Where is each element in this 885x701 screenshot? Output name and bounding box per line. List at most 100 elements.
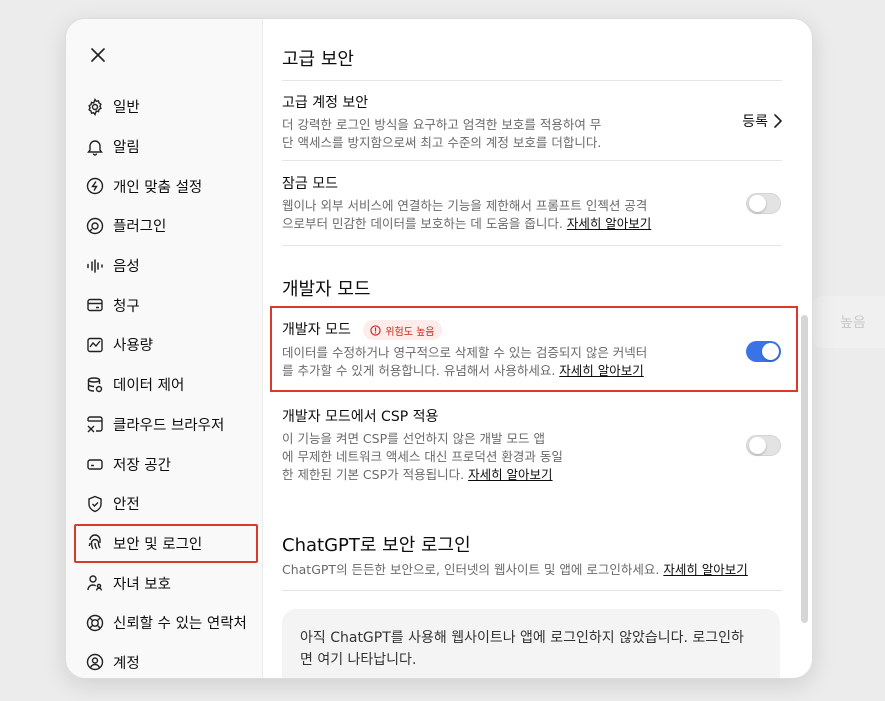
sidebar-item-label: 신뢰할 수 있는 연락처 xyxy=(113,616,247,633)
csp-row: 개발자 모드에서 CSP 적용 이 기능을 켜면 CSP를 선언하지 않은 개발… xyxy=(282,406,782,484)
sidebar-item-label: 안전 xyxy=(113,497,140,514)
desc-line: 를 추가할 수 있게 허용합니다. 유념해서 사용하세요. xyxy=(282,363,556,378)
sidebar-item-billing[interactable]: 청구 xyxy=(74,285,258,325)
developer-mode-title: 개발자 모드 xyxy=(282,322,351,338)
developer-mode-title-wrap: 개발자 모드 위험도 높음 xyxy=(282,319,782,340)
settings-content: 고급 보안 고급 계정 보안 더 강력한 로그인 방식을 요구하고 엄격한 보호… xyxy=(270,19,798,678)
sidebar-item-general[interactable]: 일반 xyxy=(74,87,258,127)
card-icon xyxy=(85,295,105,315)
lock-mode-title: 잠금 모드 xyxy=(282,176,338,192)
gear-icon xyxy=(85,97,105,117)
desc-line: 으로부터 민감한 데이터를 보호하는 데 도움을 줍니다. xyxy=(282,216,563,231)
sidebar-item-personalization[interactable]: 개인 맞춤 설정 xyxy=(74,166,258,206)
desc-line: ChatGPT의 든든한 보안으로, 인터넷의 웹사이트 및 앱에 로그인하세요… xyxy=(282,562,660,577)
sidebar-item-plugins[interactable]: 플러그인 xyxy=(74,206,258,246)
parent-icon xyxy=(85,573,105,593)
sidebar-item-cloud-browser[interactable]: 클라우드 브라우저 xyxy=(74,405,258,445)
desc-line: 데이터를 수정하거나 영구적으로 삭제할 수 있는 검증되지 않은 커넥터 xyxy=(282,345,648,360)
divider xyxy=(282,80,782,81)
lock-mode-toggle[interactable] xyxy=(746,193,781,214)
database-icon xyxy=(85,375,105,395)
sidebar-item-label: 사용량 xyxy=(113,338,154,355)
sidebar-item-storage[interactable]: 저장 공간 xyxy=(74,444,258,484)
sidebar-item-label: 데이터 제어 xyxy=(113,378,185,395)
sidebar-item-label: 개인 맞춤 설정 xyxy=(113,179,203,196)
sidebar-item-label: 저장 공간 xyxy=(113,457,171,474)
developer-mode-toggle[interactable] xyxy=(746,341,781,362)
toggle-knob xyxy=(749,437,766,454)
content-scrollbar[interactable] xyxy=(801,315,808,623)
empty-line: 아직 ChatGPT를 사용해 웹사이트나 앱에 로그인하지 않았습니다. 로그… xyxy=(300,630,744,646)
no-logins-card: 아직 ChatGPT를 사용해 웹사이트나 앱에 로그인하지 않았습니다. 로그… xyxy=(282,609,780,678)
developer-mode-section-title: 개발자 모드 xyxy=(282,279,371,300)
toggle-knob xyxy=(749,195,766,212)
desc-line: 이 기능을 켜면 CSP를 선언하지 않은 개발 모드 앱 xyxy=(282,431,545,446)
chevron-right-icon xyxy=(774,114,782,128)
sidebar-item-label: 청구 xyxy=(113,298,140,315)
toggle-knob xyxy=(762,343,779,360)
account-icon xyxy=(85,652,105,672)
voice-icon xyxy=(85,256,105,276)
chatgpt-login-learn-more-link[interactable]: 자세히 알아보기 xyxy=(663,562,747,577)
sidebar-item-safety[interactable]: 안전 xyxy=(74,484,258,524)
developer-mode-learn-more-link[interactable]: 자세히 알아보기 xyxy=(559,363,643,378)
sidebar-item-trusted-contacts[interactable]: 신뢰할 수 있는 연락처 xyxy=(74,603,258,643)
desc-line: 더 강력한 로그인 방식을 요구하고 엄격한 보호를 적용하여 무 xyxy=(282,117,602,132)
advanced-account-security-title: 고급 계정 보안 xyxy=(282,95,369,111)
empty-line: 면 여기 나타납니다. xyxy=(300,652,417,668)
storage-icon xyxy=(85,454,105,474)
sidebar-item-label: 일반 xyxy=(113,100,140,117)
sidebar-item-label: 알림 xyxy=(113,140,140,157)
lock-mode-row: 잠금 모드 웹이나 외부 서비스에 연결하는 기능을 제한해서 프롬프트 인젝션… xyxy=(282,173,782,233)
high-risk-badge: 위험도 높음 xyxy=(363,320,442,340)
advanced-security-title: 고급 보안 xyxy=(282,49,354,70)
sidebar-item-label: 플러그인 xyxy=(113,219,167,236)
developer-mode-row: 개발자 모드 위험도 높음 데이터를 수정하거나 영구적으로 삭제할 수 있는 … xyxy=(282,319,782,380)
settings-modal: 일반 알림 개인 맞춤 설정 플러그인 음성 청구 사용량 데이터 제어 클라우… xyxy=(65,18,813,679)
csp-toggle[interactable] xyxy=(746,435,781,456)
csp-title: 개발자 모드에서 CSP 적용 xyxy=(282,409,439,425)
background-chip-label: 높음 xyxy=(840,315,866,331)
desc-line: 단 액세스를 방지함으로써 최고 수준의 계정 보호를 더합니다. xyxy=(282,135,602,150)
divider xyxy=(282,590,782,591)
sidebar-item-account[interactable]: 계정 xyxy=(74,643,258,678)
divider xyxy=(282,160,782,161)
advanced-account-security-desc: 더 강력한 로그인 방식을 요구하고 엄격한 보호를 적용하여 무 단 액세스를… xyxy=(282,116,782,152)
sidebar-item-label: 계정 xyxy=(113,655,140,672)
sidebar-item-voice[interactable]: 음성 xyxy=(74,246,258,286)
divider xyxy=(282,245,782,246)
close-button[interactable] xyxy=(84,41,112,69)
warning-icon xyxy=(370,324,381,336)
register-label: 등록 xyxy=(742,114,768,130)
chatgpt-login-desc-row: ChatGPT의 든든한 보안으로, 인터넷의 웹사이트 및 앱에 로그인하세요… xyxy=(282,557,782,579)
shield-icon xyxy=(85,494,105,514)
sidebar-item-label: 클라우드 브라우저 xyxy=(113,417,225,434)
desc-line: 한 제한된 기본 CSP가 적용됩니다. xyxy=(282,467,465,482)
sidebar-item-label: 보안 및 로그인 xyxy=(113,536,203,553)
lifebuoy-icon xyxy=(85,613,105,633)
csp-desc: 이 기능을 켜면 CSP를 선언하지 않은 개발 모드 앱 에 무제한 네트워크… xyxy=(282,430,782,484)
csp-learn-more-link[interactable]: 자세히 알아보기 xyxy=(468,467,552,482)
chatgpt-login-title: ChatGPT로 보안 로그인 xyxy=(282,535,471,556)
advanced-account-security-row: 고급 계정 보안 더 강력한 로그인 방식을 요구하고 엄격한 보호를 적용하여… xyxy=(282,92,782,152)
usage-icon xyxy=(85,335,105,355)
sidebar-item-notifications[interactable]: 알림 xyxy=(74,127,258,167)
sidebar-item-parental[interactable]: 자녀 보호 xyxy=(74,563,258,603)
background-chip: 높음 xyxy=(812,296,885,348)
desc-line: 웹이나 외부 서비스에 연결하는 기능을 제한해서 프롬프트 인젝션 공격 xyxy=(282,198,648,213)
sidebar-item-security-login[interactable]: 보안 및 로그인 xyxy=(74,523,258,564)
lock-mode-learn-more-link[interactable]: 자세히 알아보기 xyxy=(567,216,651,231)
fingerprint-icon xyxy=(85,533,105,553)
bell-icon xyxy=(85,137,105,157)
register-button[interactable]: 등록 xyxy=(742,111,782,131)
settings-sidebar: 일반 알림 개인 맞춤 설정 플러그인 음성 청구 사용량 데이터 제어 클라우… xyxy=(66,19,263,678)
sidebar-nav: 일반 알림 개인 맞춤 설정 플러그인 음성 청구 사용량 데이터 제어 클라우… xyxy=(74,87,258,678)
personalize-icon xyxy=(85,176,105,196)
badge-label: 위험도 높음 xyxy=(385,326,435,338)
sidebar-item-usage[interactable]: 사용량 xyxy=(74,325,258,365)
desc-line: 에 무제한 네트워크 액세스 대신 프로덕션 환경과 동일 xyxy=(282,449,563,464)
sidebar-item-data-controls[interactable]: 데이터 제어 xyxy=(74,365,258,405)
sidebar-item-label: 자녀 보호 xyxy=(113,576,171,593)
plugin-icon xyxy=(85,216,105,236)
lock-mode-desc: 웹이나 외부 서비스에 연결하는 기능을 제한해서 프롬프트 인젝션 공격 으로… xyxy=(282,197,782,233)
